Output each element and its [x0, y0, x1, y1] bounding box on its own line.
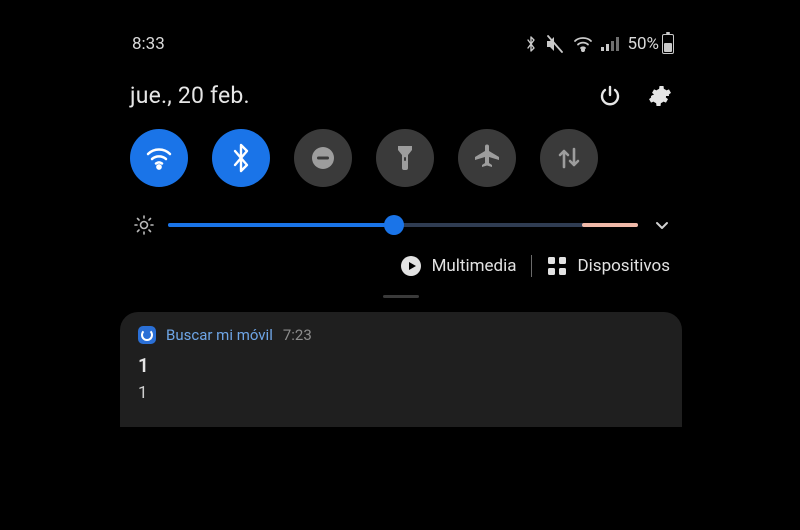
- brightness-row: [108, 195, 694, 241]
- multimedia-button[interactable]: Multimedia: [400, 255, 517, 277]
- brightness-slider[interactable]: [168, 213, 638, 237]
- brightness-thumb[interactable]: [384, 215, 404, 235]
- notification-app-name: Buscar mi móvil: [166, 326, 273, 344]
- toggle-mobiledata[interactable]: [540, 129, 598, 187]
- power-icon[interactable]: [598, 84, 622, 108]
- notification-title: 1: [138, 354, 664, 377]
- status-bar: 8:33: [108, 24, 694, 60]
- chevron-down-icon[interactable]: [652, 215, 672, 235]
- notification-shade: 8:33: [108, 24, 694, 530]
- app-icon: [138, 326, 156, 344]
- gear-icon[interactable]: [648, 84, 672, 108]
- devices-button[interactable]: Dispositivos: [546, 255, 671, 277]
- battery-text: 50%: [627, 34, 659, 54]
- notification-body: 1: [138, 383, 664, 403]
- status-time: 8:33: [132, 34, 165, 54]
- toggle-bluetooth[interactable]: [212, 129, 270, 187]
- bluetooth-icon: [525, 35, 537, 53]
- battery-icon: [662, 34, 674, 54]
- panel-shortcuts: Multimedia Dispositivos: [108, 241, 694, 287]
- notification-time: 7:23: [283, 326, 312, 344]
- panel-header: jue., 20 feb.: [108, 60, 694, 115]
- toggle-airplane[interactable]: [458, 129, 516, 187]
- status-right: 50%: [525, 34, 674, 54]
- toggle-dnd[interactable]: [294, 129, 352, 187]
- quick-toggles: [108, 115, 694, 195]
- devices-label: Dispositivos: [578, 256, 671, 276]
- drag-handle[interactable]: [383, 295, 419, 298]
- signal-icon: [601, 36, 619, 52]
- notification-card[interactable]: Buscar mi móvil 7:23 1 1: [120, 312, 682, 427]
- panel-date: jue., 20 feb.: [130, 82, 250, 109]
- battery-indicator: 50%: [627, 34, 674, 54]
- multimedia-label: Multimedia: [432, 256, 517, 276]
- wifi-icon: [573, 36, 593, 52]
- mute-icon: [545, 35, 565, 53]
- brightness-icon: [134, 215, 154, 235]
- notification-header: Buscar mi móvil 7:23: [138, 326, 664, 344]
- separator: [531, 255, 532, 277]
- toggle-wifi[interactable]: [130, 129, 188, 187]
- toggle-flashlight[interactable]: [376, 129, 434, 187]
